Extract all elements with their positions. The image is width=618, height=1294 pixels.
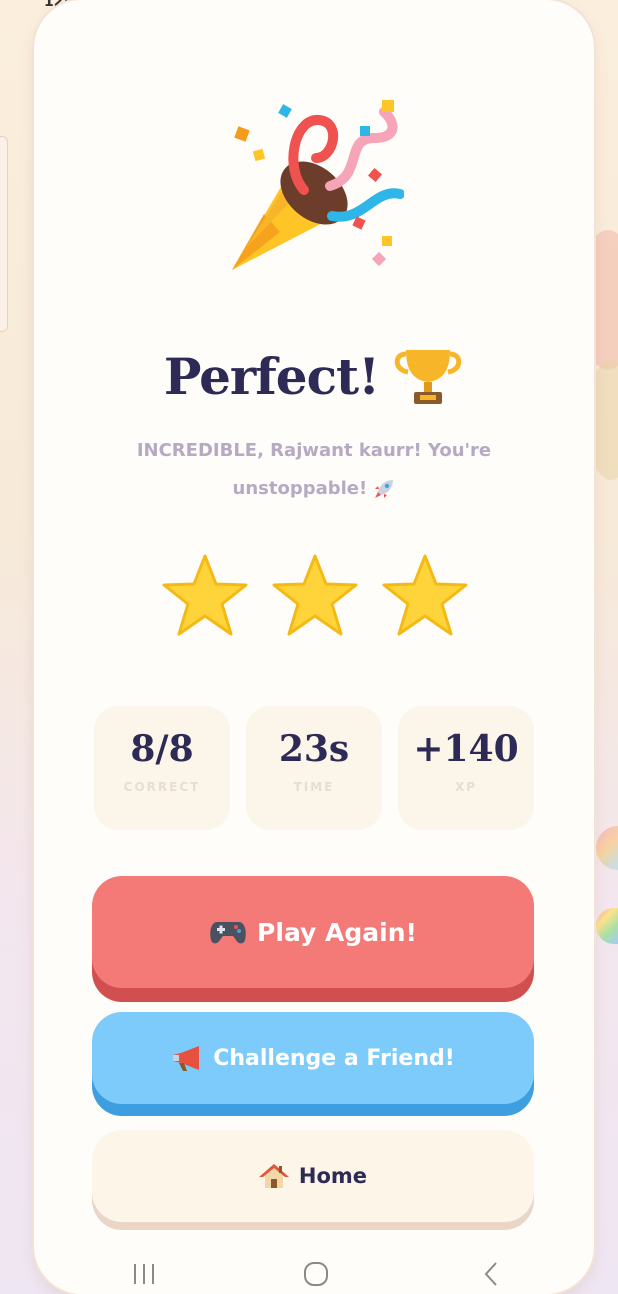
stat-label: TIME xyxy=(293,780,335,794)
stat-card-xp: +140 XP xyxy=(398,706,534,830)
challenge-friend-button[interactable]: Challenge a Friend! xyxy=(92,1012,534,1104)
back-icon xyxy=(484,1262,497,1286)
stat-value: 23s xyxy=(278,728,350,770)
star-icon xyxy=(272,554,358,636)
play-again-label: Play Again! xyxy=(257,917,417,947)
stat-card-time: 23s TIME xyxy=(246,706,382,830)
rocket-icon xyxy=(375,480,394,498)
system-navigation-bar xyxy=(34,1248,594,1294)
subtitle-text: INCREDIBLE, Rajwant kaurr! You're unstop… xyxy=(136,440,492,499)
house-icon xyxy=(258,1164,289,1188)
home-button[interactable]: Home xyxy=(92,1130,534,1222)
edge-panel-handle[interactable] xyxy=(0,136,8,332)
title-row: Perfect! xyxy=(34,344,594,408)
recent-apps-icon xyxy=(134,1264,154,1284)
home-label: Home xyxy=(298,1164,368,1188)
stat-label: XP xyxy=(454,780,478,794)
stat-value: +140 xyxy=(413,728,519,770)
game-controller-icon xyxy=(210,922,246,944)
trophy-icon xyxy=(394,350,462,404)
recent-apps-button[interactable] xyxy=(124,1258,164,1290)
play-again-button[interactable]: Play Again! xyxy=(92,876,534,988)
megaphone-icon xyxy=(173,1046,200,1071)
challenge-friend-label: Challenge a Friend! xyxy=(213,1045,455,1071)
result-subtitle: INCREDIBLE, Rajwant kaurr! You're unstop… xyxy=(114,432,514,508)
star-icon xyxy=(382,554,468,636)
star-icon xyxy=(162,554,248,636)
stat-card-correct: 8/8 CORRECT xyxy=(94,706,230,830)
home-nav-button[interactable] xyxy=(296,1258,336,1290)
stars-rating xyxy=(154,552,474,644)
home-nav-icon xyxy=(304,1262,328,1286)
stat-label: CORRECT xyxy=(123,780,201,794)
result-title: Perfect! xyxy=(163,346,380,406)
rainbow-sticker-icon xyxy=(596,908,618,944)
result-card: Perfect! INCREDIBLE, Rajwant kaurr! You'… xyxy=(34,0,594,1294)
stat-value: 8/8 xyxy=(130,728,194,770)
party-popper-icon xyxy=(232,100,404,270)
back-nav-button[interactable] xyxy=(472,1258,512,1290)
heart-sticker-icon xyxy=(596,826,618,870)
